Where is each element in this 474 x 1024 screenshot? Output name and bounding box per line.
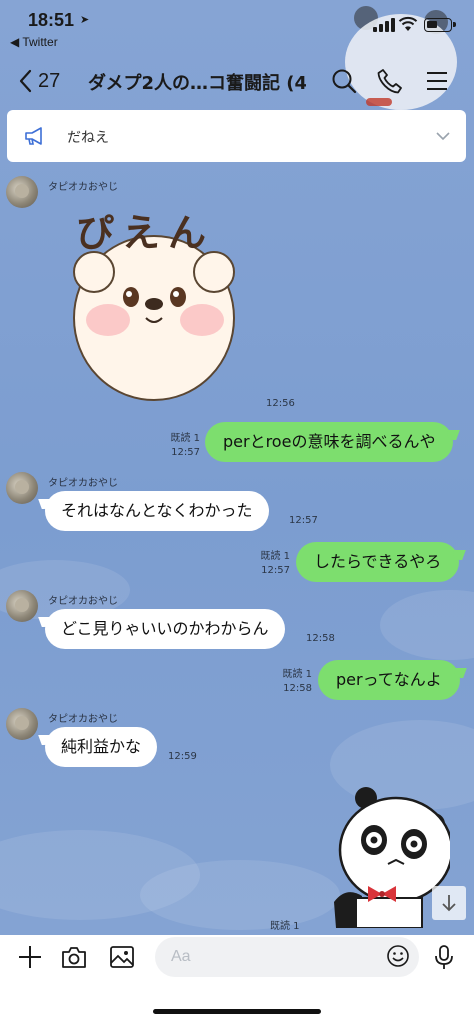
location-arrow-icon: ➤ <box>80 13 90 26</box>
menu-icon[interactable] <box>422 66 452 96</box>
read-receipt: 既読 1 <box>260 551 290 562</box>
incoming-message-bubble[interactable]: 純利益かな <box>45 727 158 767</box>
incoming-message-bubble[interactable]: それはなんとなくわかった <box>45 491 269 531</box>
announcement-text: だねえ <box>67 130 109 146</box>
outgoing-message-bubble[interactable]: したらできるやろ <box>296 542 460 582</box>
sender-name: タピオカおやじ <box>48 714 118 725</box>
scroll-to-bottom-button[interactable] <box>432 886 466 920</box>
phone-icon[interactable] <box>375 66 405 96</box>
message-time: 12:58 <box>283 683 312 694</box>
read-receipt: 既読 1 <box>170 433 200 444</box>
incoming-message-bubble[interactable]: どこ見りゃいいのかわからん <box>45 609 285 649</box>
microphone-icon[interactable] <box>430 943 458 971</box>
back-button[interactable]: 27 <box>18 66 72 96</box>
sender-name: タピオカおやじ <box>48 478 118 489</box>
image-icon[interactable] <box>108 943 136 971</box>
read-receipt: 既読 1 <box>270 921 300 932</box>
chevron-left-icon <box>19 69 32 93</box>
message-time: 12:56 <box>266 398 295 409</box>
message-time: 12:58 <box>306 633 335 644</box>
sender-avatar[interactable] <box>6 708 38 740</box>
megaphone-icon <box>25 127 42 145</box>
wifi-icon <box>398 16 418 31</box>
unread-count: 27 <box>38 69 61 92</box>
sender-avatar[interactable] <box>6 472 38 504</box>
cellular-signal-icon <box>373 18 395 32</box>
message-meta: 既読 1 12:57 <box>248 550 290 578</box>
sender-name: タピオカおやじ <box>48 596 118 607</box>
arrow-down-icon <box>442 895 456 912</box>
announcement-banner[interactable]: だねえ <box>7 110 466 162</box>
message-time: 12:57 <box>171 447 200 458</box>
battery-icon <box>424 18 456 32</box>
status-bar: 18:51 ➤ ◀ Twitter <box>0 0 474 56</box>
camera-icon[interactable] <box>60 943 88 971</box>
back-to-app-link[interactable]: ◀ Twitter <box>10 35 58 49</box>
sender-avatar[interactable] <box>6 590 38 622</box>
message-time: 12:57 <box>289 515 318 526</box>
bear-pien-sticker[interactable]: ぴえん <box>68 200 240 406</box>
message-meta: 既読 1 12:57 <box>158 432 200 460</box>
sticker-caption: ぴえん <box>76 211 215 255</box>
status-time: 18:51 <box>28 10 75 30</box>
read-receipt: 既読 1 <box>282 669 312 680</box>
message-time: 12:57 <box>261 565 290 576</box>
emoji-icon[interactable] <box>386 944 410 968</box>
outgoing-message-bubble[interactable]: perとroeの意味を調べるんや <box>205 422 454 462</box>
sender-avatar[interactable] <box>6 176 38 208</box>
sender-name: タピオカおやじ <box>48 182 118 193</box>
outgoing-message-bubble[interactable]: perってなんよ <box>318 660 460 700</box>
message-meta: 既読 1 12:58 <box>270 668 312 696</box>
home-indicator <box>153 1009 321 1014</box>
message-input[interactable] <box>155 937 419 977</box>
search-icon[interactable] <box>329 66 359 96</box>
chat-header: 27 ダメプ2人の…コ奮闘記 (4) <box>0 56 474 106</box>
message-time: 12:59 <box>168 751 197 762</box>
chat-title[interactable]: ダメプ2人の…コ奮闘記 (4) <box>88 69 306 95</box>
chevron-down-icon[interactable] <box>435 129 451 143</box>
plus-icon[interactable] <box>16 943 44 971</box>
